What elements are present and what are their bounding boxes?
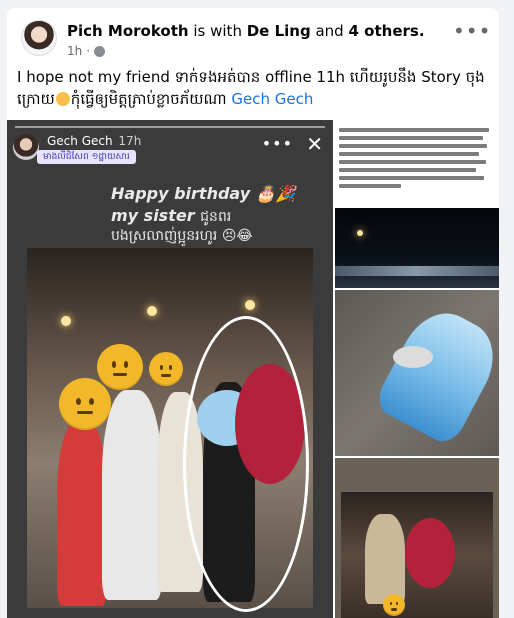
story-more-icon: ••• — [261, 134, 293, 153]
story-text-kh: ជូនពរ — [200, 209, 232, 225]
others-link[interactable]: 4 others. — [349, 22, 425, 40]
worried-face-icon — [55, 92, 70, 106]
bouquet-bow — [393, 346, 433, 368]
post-meta: 1h · — [67, 44, 106, 58]
ceiling-light — [245, 300, 255, 310]
red-bouquet — [405, 518, 455, 588]
emoji-sticker — [149, 352, 183, 386]
photo-night-street[interactable] — [335, 208, 499, 288]
emoji-sticker — [97, 344, 143, 390]
ceiling-light — [147, 306, 157, 316]
and-text: and — [315, 22, 344, 40]
photo-woman-with-flowers[interactable] — [335, 458, 499, 618]
photo-grid-right — [335, 120, 499, 618]
caption-text-2: កុំធ្វើឲ្យមិត្តភ្រាប់ខ្លាចភ័យណា — [70, 90, 227, 108]
author-avatar[interactable] — [21, 20, 57, 56]
story-progress-bar — [15, 126, 325, 128]
is-with-text: is with — [193, 22, 242, 40]
person-child — [57, 420, 107, 606]
story-text-line3: បងស្រលាញ់ប្អូនរហូរ 😣😂 — [111, 228, 253, 244]
bouquet — [372, 299, 499, 449]
post-header: Pich Morokoth is with De Ling and 4 othe… — [17, 16, 490, 60]
emoji-sticker — [383, 594, 405, 616]
post-card: Pich Morokoth is with De Ling and 4 othe… — [7, 8, 499, 618]
person-woman — [365, 514, 405, 604]
story-location-sticker: មាងលីជិសែព ១ដ្ឋាយសារ — [37, 150, 136, 164]
post-caption: I hope not my friend ទាក់ទងអត់បាន offlin… — [17, 66, 487, 110]
more-icon[interactable]: ••• — [453, 21, 490, 44]
street-light — [357, 230, 363, 236]
tagged-person[interactable]: De Ling — [247, 22, 311, 40]
author-name[interactable]: Pich Morokoth — [67, 22, 189, 40]
emoji-sticker — [59, 378, 111, 430]
caption-tag-link[interactable]: Gech Gech — [231, 90, 313, 108]
person-man — [102, 390, 162, 600]
story-text-line1: Happy birthday 🎂🎉 — [111, 184, 296, 203]
story-photo[interactable]: Gech Gech 17h មាងលីជិសែព ១ដ្ឋាយសារ ••• ✕… — [7, 120, 333, 618]
photo-bouquet-on-road[interactable] — [335, 290, 499, 456]
post-time[interactable]: 1h — [67, 44, 82, 58]
story-user: Gech Gech 17h — [47, 134, 141, 148]
post-byline: Pich Morokoth is with De Ling and 4 othe… — [67, 22, 425, 40]
highlight-circle — [183, 316, 309, 612]
separator-dot: · — [86, 44, 91, 58]
story-time: 17h — [118, 134, 142, 148]
ceiling-light — [61, 316, 71, 326]
story-avatar — [13, 134, 39, 160]
photo-text-screenshot[interactable] — [335, 120, 499, 206]
story-username: Gech Gech — [47, 134, 113, 148]
story-text-sister: my sister — [111, 206, 195, 225]
globe-icon[interactable] — [94, 45, 106, 57]
close-icon: ✕ — [306, 132, 323, 156]
story-text-line2: my sister ជូនពរ — [111, 206, 231, 228]
street-strip — [335, 266, 499, 276]
